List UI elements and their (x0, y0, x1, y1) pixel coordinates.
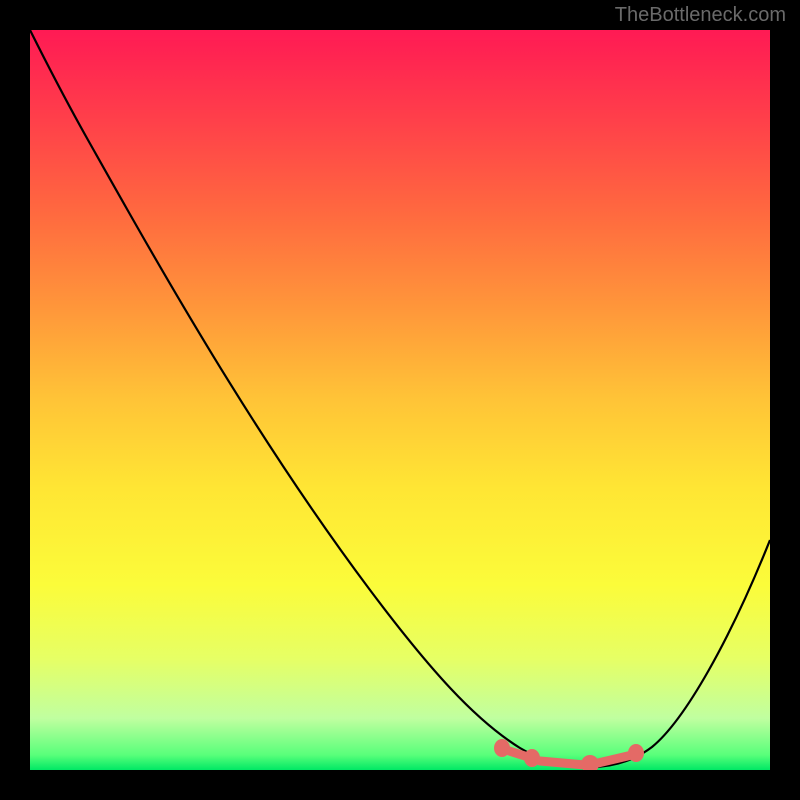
marker-dot (581, 755, 599, 770)
bottleneck-curve-line (30, 30, 770, 767)
marker-dot (524, 749, 540, 767)
marker-dot (628, 744, 644, 762)
chart-plot-area (30, 30, 770, 770)
attribution-label: TheBottleneck.com (615, 4, 786, 27)
bottleneck-curve-svg (30, 30, 770, 770)
optimal-range-markers (494, 739, 644, 770)
marker-dot (494, 739, 510, 757)
connector (540, 761, 585, 765)
